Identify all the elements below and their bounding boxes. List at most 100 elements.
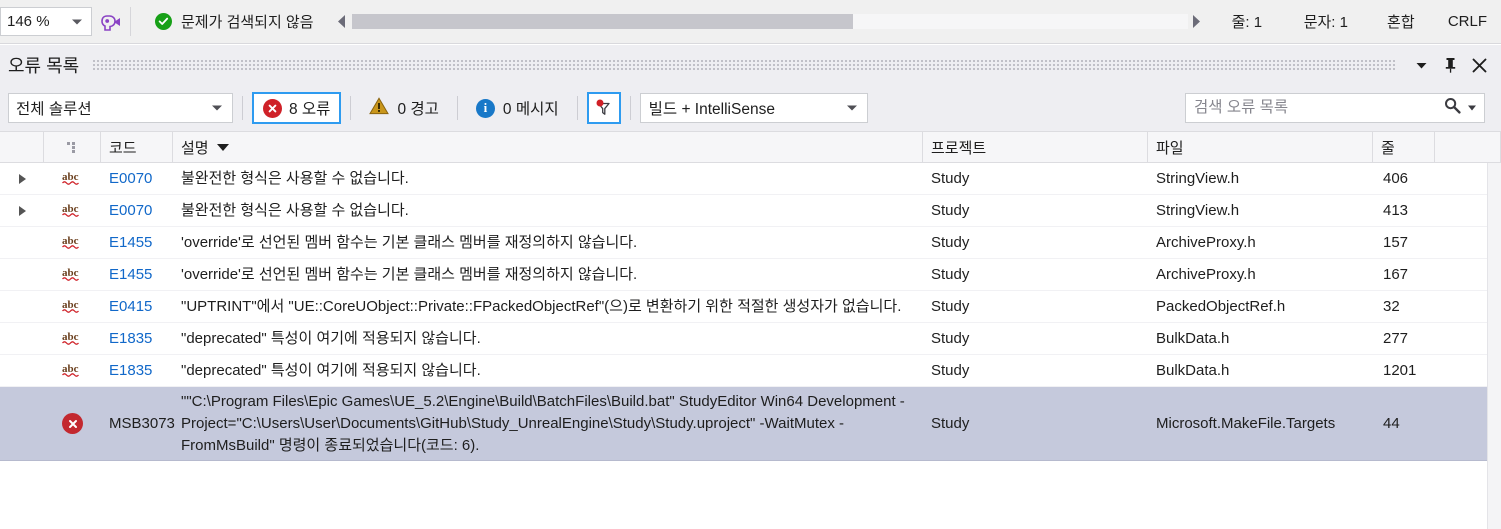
- row-project: Study: [931, 362, 970, 379]
- row-code: E1835: [109, 362, 153, 379]
- row-expander-placeholder: [0, 291, 44, 322]
- row-file: ArchiveProxy.h: [1156, 234, 1256, 251]
- panel-header: 오류 목록: [0, 45, 1501, 85]
- warnings-filter-label: 0 경고: [397, 101, 439, 118]
- divider: [629, 96, 631, 120]
- intellisense-abc-icon: abc: [62, 330, 84, 348]
- scrollbar-thumb[interactable]: [351, 14, 854, 29]
- row-project: Study: [931, 170, 970, 187]
- table-row[interactable]: abc E0070 불완전한 형식은 사용할 수 없습니다. Study StringV…: [0, 195, 1501, 227]
- pin-icon[interactable]: [1437, 50, 1464, 80]
- source-filter-value: 빌드 + IntelliSense: [648, 101, 775, 118]
- filter-funnel-icon[interactable]: [586, 92, 621, 124]
- problem-status-label: 문제가 검색되지 않음: [181, 14, 314, 31]
- table-row[interactable]: abc E0415 "UPTRINT"에서 "UE::CoreUObject::Pr…: [0, 291, 1501, 323]
- row-code: MSB3073: [109, 415, 175, 433]
- scroll-left-arrow-icon[interactable]: [334, 9, 352, 35]
- editor-horizontal-scrollbar[interactable]: [330, 0, 1210, 43]
- row-file: StringView.h: [1156, 202, 1240, 219]
- table-row[interactable]: abc E1835 "deprecated" 특성이 여기에 적용되지 않습니다. S…: [0, 355, 1501, 387]
- row-severity-icon: abc: [44, 227, 101, 258]
- row-code: E0070: [109, 202, 153, 219]
- error-list-window: 146 % 문제가 검색되지 않음 줄: 1 문자: 1 혼합 CRLF 오류 …: [0, 0, 1501, 529]
- row-description: "deprecated" 특성이 여기에 적용되지 않습니다.: [181, 361, 481, 379]
- row-expander-placeholder: [0, 355, 44, 386]
- table-row[interactable]: abc E0070 불완전한 형식은 사용할 수 없습니다. Study StringV…: [0, 163, 1501, 195]
- column-header-filler: [1435, 132, 1501, 162]
- row-project: Study: [931, 415, 970, 433]
- scroll-right-arrow-icon[interactable]: [1188, 9, 1206, 35]
- row-file: BulkData.h: [1156, 362, 1230, 379]
- error-list-toolbar: 전체 솔루션 8 오류 0 경고 i 0 메시지 빌드 + IntelliSen…: [0, 85, 1501, 131]
- chevron-down-icon: [846, 105, 857, 111]
- intellicode-icon[interactable]: [92, 0, 130, 43]
- row-severity-icon: abc: [44, 291, 101, 322]
- problem-status: 문제가 검색되지 않음: [131, 0, 330, 43]
- scrollbar-track[interactable]: [351, 14, 1188, 29]
- row-project: Study: [931, 330, 970, 347]
- divider: [456, 96, 458, 120]
- row-code: E1455: [109, 266, 153, 283]
- row-file: StringView.h: [1156, 170, 1240, 187]
- column-header-project[interactable]: 프로젝트: [923, 132, 1148, 162]
- messages-filter-button[interactable]: i 0 메시지: [467, 92, 568, 124]
- row-project: Study: [931, 266, 970, 283]
- panel-menu-button[interactable]: [1408, 50, 1435, 80]
- error-circle-icon: [263, 98, 282, 118]
- row-description: 불완전한 형식은 사용할 수 없습니다.: [181, 201, 409, 219]
- intellisense-abc-icon: abc: [62, 202, 84, 220]
- editor-status-strip: 146 % 문제가 검색되지 않음 줄: 1 문자: 1 혼합 CRLF: [0, 0, 1501, 44]
- status-line-number: 줄: 1: [1231, 14, 1263, 31]
- column-header-expander[interactable]: [0, 132, 44, 162]
- column-header-line[interactable]: 줄: [1373, 132, 1435, 162]
- zoom-level-combo[interactable]: 146 %: [0, 7, 92, 36]
- row-line: 167: [1383, 266, 1409, 283]
- table-row[interactable]: abc E1455 'override'로 선언된 멤버 함수는 기본 클래스 멤버…: [0, 259, 1501, 291]
- column-header-description[interactable]: 설명: [173, 132, 923, 162]
- close-icon[interactable]: [1466, 50, 1493, 80]
- warnings-filter-button[interactable]: 0 경고: [360, 92, 447, 124]
- row-line: 277: [1383, 330, 1409, 347]
- row-project: Study: [931, 202, 970, 219]
- row-file: ArchiveProxy.h: [1156, 266, 1256, 283]
- divider: [576, 96, 578, 120]
- search-box[interactable]: [1185, 93, 1485, 123]
- column-header-code[interactable]: 코드: [101, 132, 173, 162]
- row-description: 'override'로 선언된 멤버 함수는 기본 클래스 멤버를 재정의하지 …: [181, 265, 638, 283]
- table-row[interactable]: abc E1835 "deprecated" 특성이 여기에 적용되지 않습니다. S…: [0, 323, 1501, 355]
- row-project: Study: [931, 298, 970, 315]
- scope-filter-dropdown[interactable]: 전체 솔루션: [8, 93, 233, 123]
- sort-descending-icon: [216, 143, 229, 151]
- row-code: E0070: [109, 170, 153, 187]
- table-row[interactable]: abc E1455 'override'로 선언된 멤버 함수는 기본 클래스 멤버…: [0, 227, 1501, 259]
- row-expander-placeholder: [0, 259, 44, 290]
- divider: [350, 96, 352, 120]
- table-row[interactable]: MSB3073 ""C:\Program Files\Epic Games\UE_…: [0, 387, 1501, 462]
- status-column-number: 문자: 1: [1303, 14, 1348, 31]
- row-severity-icon: abc: [44, 355, 101, 386]
- row-expander-placeholder: [0, 323, 44, 354]
- info-circle-icon: i: [475, 98, 495, 118]
- search-input[interactable]: [1186, 98, 1484, 118]
- column-header-description-label: 설명: [181, 139, 209, 157]
- row-severity-icon: [44, 387, 101, 460]
- status-line-ending[interactable]: CRLF: [1434, 0, 1501, 43]
- row-severity-icon: abc: [44, 195, 101, 226]
- expand-triangle-icon[interactable]: [0, 195, 44, 226]
- source-filter-dropdown[interactable]: 빌드 + IntelliSense: [639, 93, 868, 123]
- column-header-file[interactable]: 파일: [1148, 132, 1373, 162]
- intellisense-abc-icon: abc: [62, 266, 84, 284]
- expand-triangle-icon[interactable]: [0, 163, 44, 194]
- grid-body[interactable]: abc E0070 불완전한 형식은 사용할 수 없습니다. Study StringV…: [0, 163, 1501, 529]
- panel-drag-handle[interactable]: [93, 58, 1396, 72]
- chevron-down-icon: [212, 105, 222, 111]
- chevron-down-icon[interactable]: [1468, 105, 1476, 111]
- errors-filter-button[interactable]: 8 오류: [252, 92, 342, 124]
- grid-vertical-scrollbar[interactable]: [1487, 163, 1501, 529]
- search-magnifier-icon[interactable]: [1444, 97, 1461, 119]
- row-expander-placeholder: [0, 387, 44, 460]
- row-line: 32: [1383, 298, 1400, 315]
- status-insert-mode[interactable]: 혼합: [1368, 0, 1434, 43]
- column-header-icon[interactable]: [44, 132, 101, 162]
- row-line: 406: [1383, 170, 1409, 187]
